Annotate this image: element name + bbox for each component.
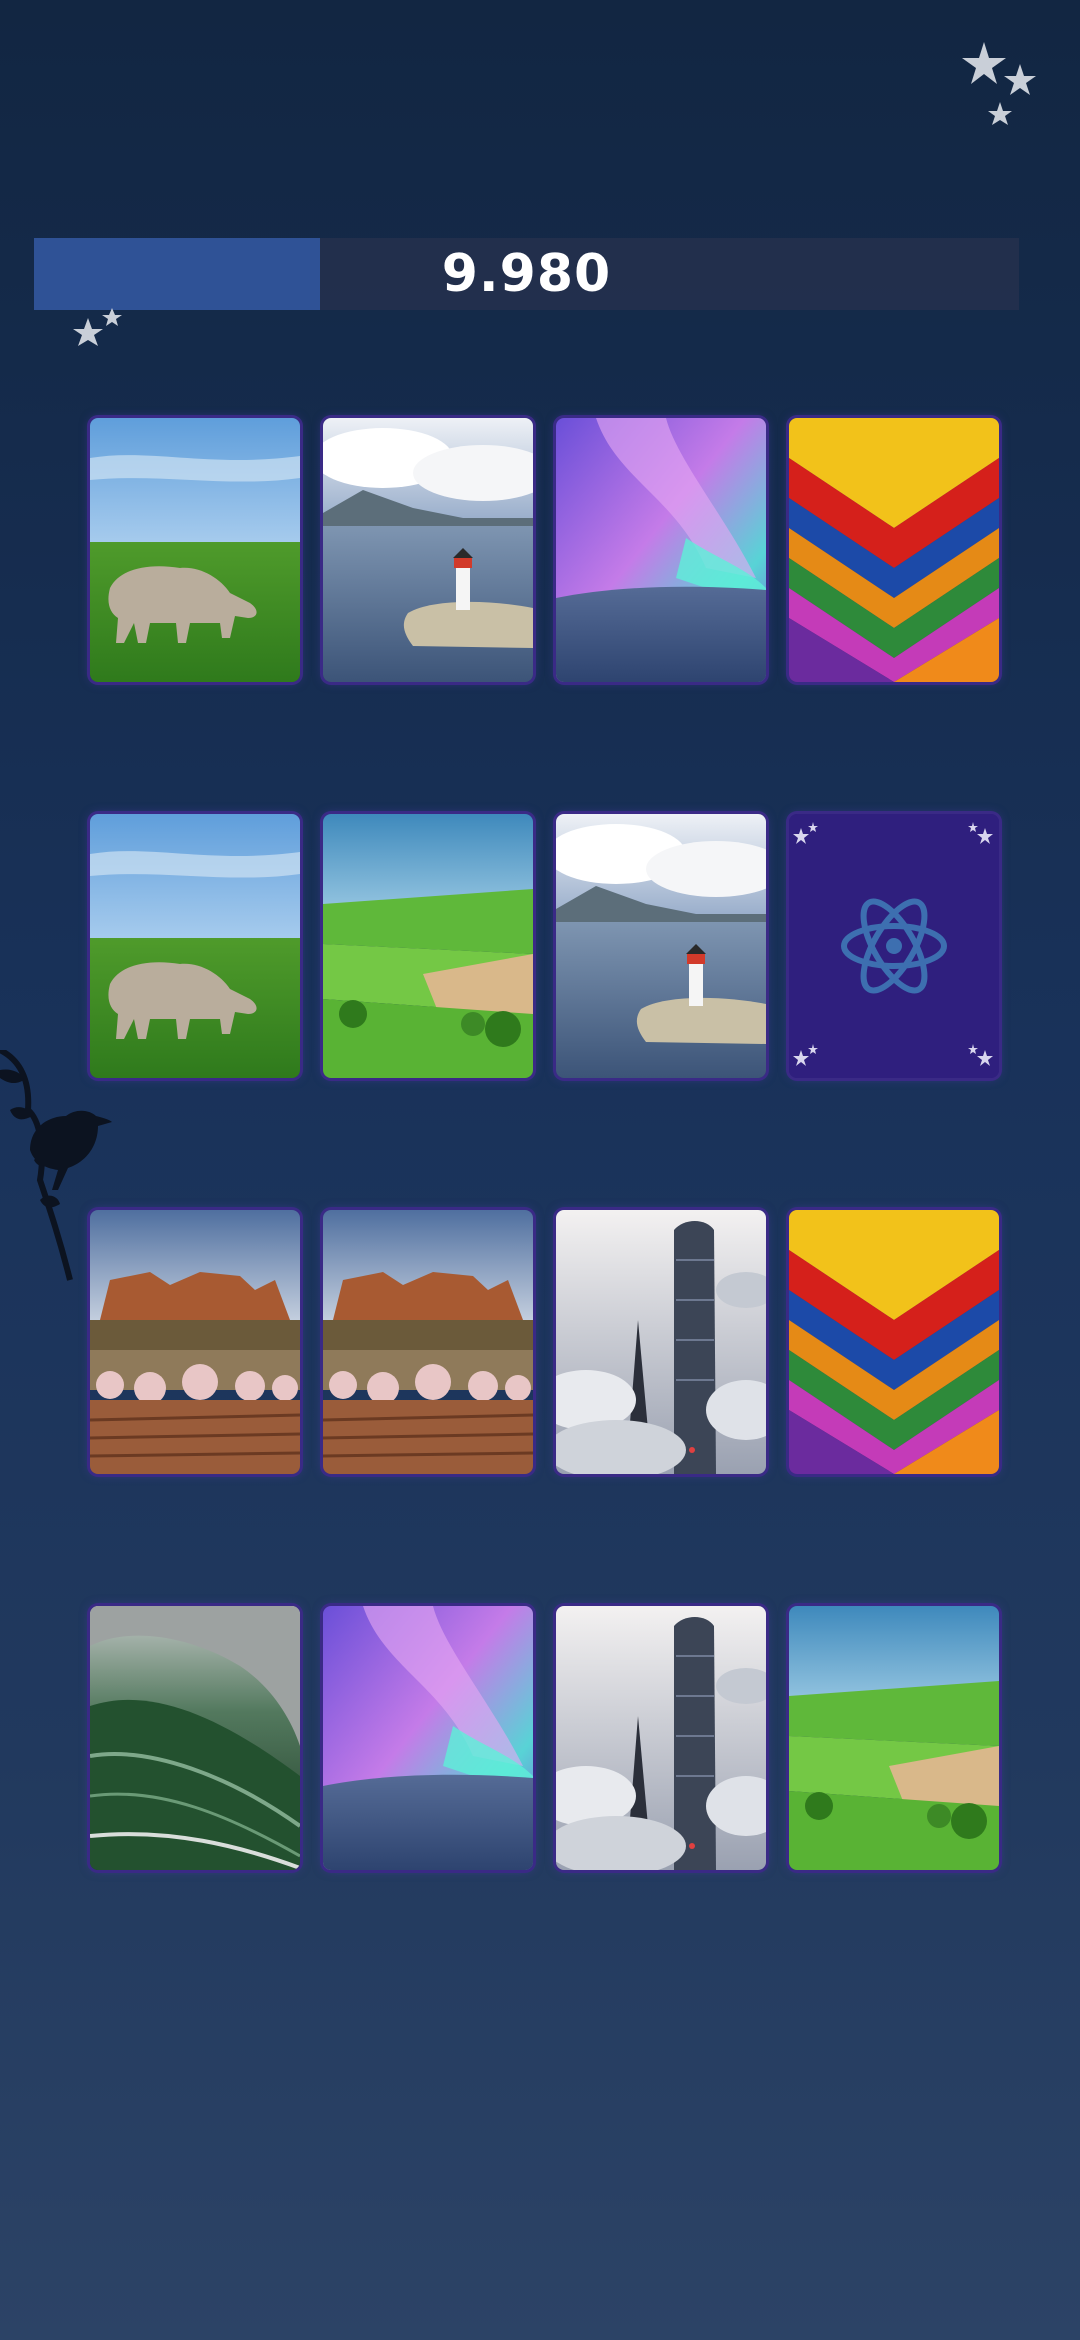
chevron-abstract-image xyxy=(789,418,999,682)
green-fields-image xyxy=(323,814,533,1078)
card-skyscraper-clouds[interactable] xyxy=(556,1210,766,1474)
time-progress-bar: 9.980 xyxy=(34,238,1019,310)
card-aurora[interactable] xyxy=(323,1606,533,1870)
stars-decoration-icon xyxy=(962,42,1036,125)
skyscraper-clouds-image xyxy=(556,1210,766,1474)
card-chevron-abstract[interactable] xyxy=(789,1210,999,1474)
card-ocean-wave[interactable] xyxy=(90,1606,300,1870)
green-fields-image xyxy=(789,1606,999,1870)
card-skyscraper-clouds[interactable] xyxy=(556,1606,766,1870)
rock-mesa-image xyxy=(90,1210,300,1474)
card-rhino[interactable] xyxy=(90,814,300,1078)
ocean-wave-image xyxy=(90,1606,300,1870)
atom-card-back-image xyxy=(789,814,999,1078)
stars-decoration-icon xyxy=(73,308,122,346)
card-rock-mesa[interactable] xyxy=(323,1210,533,1474)
chevron-abstract-image xyxy=(789,1210,999,1474)
card-grid xyxy=(90,418,1000,1870)
card-chevron-abstract[interactable] xyxy=(789,418,999,682)
lighthouse-image xyxy=(556,814,766,1078)
rock-mesa-image xyxy=(323,1210,533,1474)
card-lighthouse[interactable] xyxy=(556,814,766,1078)
aurora-image xyxy=(323,1606,533,1870)
lighthouse-image xyxy=(323,418,533,682)
card-green-fields[interactable] xyxy=(789,1606,999,1870)
score-display: 9.980 xyxy=(441,244,612,304)
card-rock-mesa[interactable] xyxy=(90,1210,300,1474)
aurora-image xyxy=(556,418,766,682)
card-rhino[interactable] xyxy=(90,418,300,682)
card-aurora[interactable] xyxy=(556,418,766,682)
rhino-image xyxy=(90,418,300,682)
skyscraper-clouds-image xyxy=(556,1606,766,1870)
card-lighthouse[interactable] xyxy=(323,418,533,682)
card-green-fields[interactable] xyxy=(323,814,533,1078)
card-back[interactable] xyxy=(789,814,999,1078)
rhino-image xyxy=(90,814,300,1078)
